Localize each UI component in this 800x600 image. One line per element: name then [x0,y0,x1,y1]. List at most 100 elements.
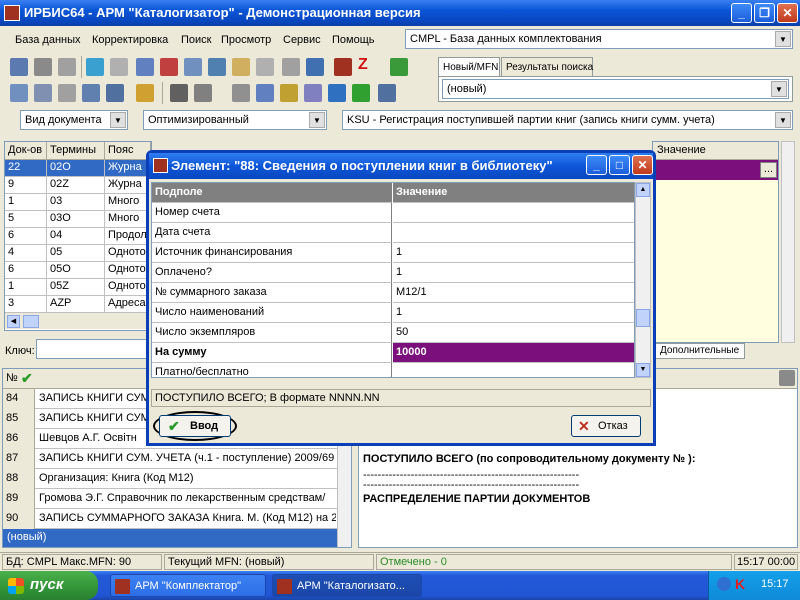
brush-icon[interactable] [136,84,154,102]
taskbar-item-komplektator[interactable]: АРМ "Комплектатор" [110,574,266,597]
menu-help[interactable]: Помощь [332,34,375,46]
excel-icon[interactable] [352,84,370,102]
terms-row[interactable]: 9 02Z Журна [5,177,151,194]
tab-search-results[interactable]: Результаты поиска [501,57,593,77]
scroll-thumb[interactable] [636,309,650,327]
search-dict-icon[interactable] [34,84,52,102]
subfield-table[interactable]: Подполе Значение Номер счета Дата счета Ис… [151,182,635,378]
scroll-thumb[interactable] [23,315,39,328]
k-icon[interactable]: K [735,576,745,592]
minimize-button[interactable]: _ [731,3,752,23]
horizontal-scrollbar[interactable]: ◀ [5,312,151,329]
z-icon[interactable]: Z [358,56,368,74]
record-select[interactable]: (новый) ▼ [442,79,789,99]
start-button[interactable]: пуск [0,571,98,600]
terms-row[interactable]: 6 05O Одното [5,262,151,279]
export-icon[interactable] [256,84,274,102]
undo-icon[interactable] [58,58,76,76]
dialog-maximize-button[interactable]: □ [609,155,630,175]
menu-database[interactable]: База данных [15,34,81,46]
key-input[interactable] [36,339,148,359]
edit-icon[interactable] [232,58,250,76]
cancel-button[interactable]: ✕ Отказ [571,415,641,437]
subfield-row[interactable]: Номер счета [152,203,634,223]
printer-icon[interactable] [779,370,795,386]
menu-search[interactable]: Поиск [181,34,211,46]
copy-icon[interactable] [136,58,154,76]
subfield-value[interactable] [393,223,634,243]
mode-select[interactable]: Оптимизированный ▼ [143,110,327,130]
indent-icon[interactable] [208,58,226,76]
ellipsis-button[interactable]: ... [760,162,777,178]
subfield-value[interactable]: 1 [393,303,634,323]
column-header-notes[interactable]: Пояс [105,142,151,160]
record-row[interactable]: 88 Организация: Книга (Код М12) [3,469,337,489]
subfield-row[interactable]: Дата счета [152,223,634,243]
subfield-row[interactable]: На сумму 10000 [152,343,634,363]
column-header-terms[interactable]: Термины [47,142,105,160]
checkmark-icon[interactable]: ✔ [21,370,33,387]
scroll-down-icon[interactable]: ▼ [636,363,650,377]
subfield-row[interactable]: Платно/бесплатно [152,363,634,377]
subfield-value[interactable]: 10000 [393,343,634,363]
settings-icon[interactable] [378,84,396,102]
worksheet-header-value[interactable]: Значение [653,142,778,160]
worksheet-select[interactable]: KSU - Регистрация поступившей партии кни… [342,110,793,130]
delete-icon[interactable] [256,58,274,76]
search-form-icon[interactable] [10,84,28,102]
close-button[interactable]: ✕ [777,3,798,23]
terms-row[interactable]: 1 03 Много [5,194,151,211]
record-row[interactable]: 89 Громова Э.Г. Справочник по лекарственн… [3,489,337,509]
dialog-minimize-button[interactable]: _ [586,155,607,175]
view-select[interactable]: Вид документа ▼ [20,110,128,130]
ok-button[interactable]: ✔ Ввод [159,415,231,437]
copy-doc-icon[interactable] [304,84,322,102]
terms-row[interactable]: 5 03O Много [5,211,151,228]
window-title-bar[interactable]: ИРБИС64 - АРМ "Каталогизатор" - Демонстр… [0,0,800,26]
subfield-value[interactable] [393,363,634,377]
subfield-scrollbar[interactable]: ▲ ▼ [635,182,651,378]
menu-edit[interactable]: Корректировка [92,34,168,46]
subfield-value[interactable]: 1 [393,263,634,283]
tab-additional[interactable]: Дополнительные [655,343,745,359]
menu-service[interactable]: Сервис [283,34,321,46]
terms-row[interactable]: 4 05 Одното [5,245,151,262]
scroll-left-icon[interactable]: ◀ [7,315,20,328]
worksheet-scrollbar[interactable] [781,141,795,343]
back-arrow-icon[interactable] [86,58,104,76]
record-row[interactable]: 87 ЗАПИСЬ КНИГИ СУМ. УЧЕТА (ч.1 - поступл… [3,449,337,469]
restore-button[interactable]: ❐ [754,3,775,23]
scroll-up-icon[interactable]: ▲ [636,183,650,197]
worksheet-grid[interactable]: Значение ... [652,141,779,343]
forward-arrow-icon[interactable] [110,58,128,76]
list-icon[interactable] [184,58,202,76]
subfield-value[interactable] [393,203,634,223]
dialog-title-bar[interactable]: Элемент: "88: Сведения о поступлении кни… [149,153,653,179]
print-preview-icon[interactable] [194,84,212,102]
subfield-row[interactable]: Число экземпляров 50 [152,323,634,343]
subfield-row[interactable]: Источник финансирования 1 [152,243,634,263]
subfield-value[interactable]: М12/1 [393,283,634,303]
column-header-docs[interactable]: Док-ов [5,142,47,160]
subfield-row[interactable]: Оплачено? 1 [152,263,634,283]
terms-row[interactable]: 6 04 Продол [5,228,151,245]
word-icon[interactable] [328,84,346,102]
printer-icon[interactable] [170,84,188,102]
terms-row[interactable]: 22 02O Журна [5,160,151,177]
record-row[interactable]: 90 ЗАПИСЬ СУММАРНОГО ЗАКАЗА Книга. М. (Ко… [3,509,337,529]
tab-new-mfn[interactable]: Новый/MFN [438,57,500,77]
find-icon[interactable] [82,84,100,102]
language-icon[interactable] [717,577,731,591]
terms-row[interactable]: 3 AZP Адреса [5,296,151,313]
subfield-row[interactable]: № суммарного заказа М12/1 [152,283,634,303]
book-icon[interactable] [306,58,324,76]
menu-view[interactable]: Просмотр [221,34,271,46]
search-icon[interactable] [58,84,76,102]
folder-icon[interactable] [280,84,298,102]
taskbar-item-katalogizator[interactable]: АРМ "Каталогизато... [272,574,422,597]
irbis-icon[interactable] [334,58,352,76]
dialog-close-button[interactable]: ✕ [632,155,653,175]
save-icon[interactable] [34,58,52,76]
print-icon[interactable] [232,84,250,102]
new-record-row[interactable]: (новый) [3,529,337,547]
